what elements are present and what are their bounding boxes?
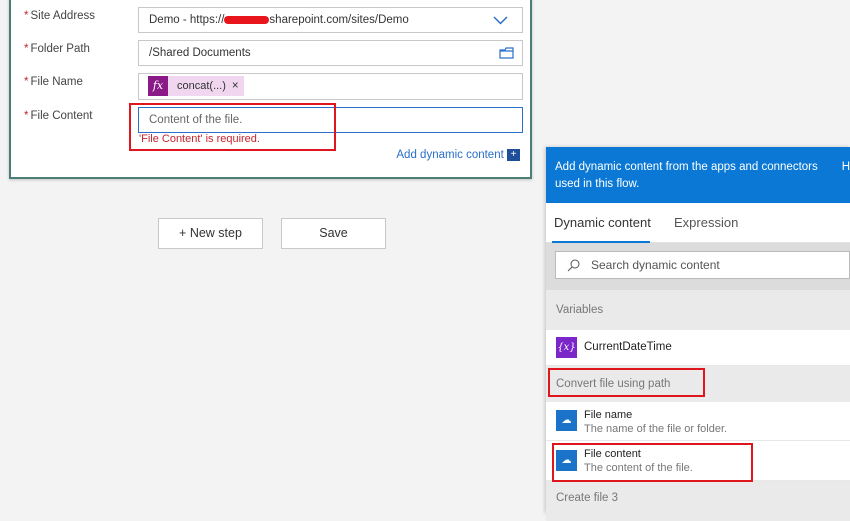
- search-icon: [567, 259, 580, 272]
- fx-icon: fx: [148, 76, 168, 96]
- highlight-box: [552, 443, 753, 482]
- list-item-currentdatetime[interactable]: {x} CurrentDateTime: [546, 330, 850, 366]
- remove-token-button[interactable]: ×: [232, 74, 244, 98]
- save-button[interactable]: Save: [281, 218, 386, 249]
- folder-icon[interactable]: [499, 47, 514, 59]
- plus-icon: +: [507, 149, 520, 161]
- active-tab-indicator: [552, 241, 650, 243]
- file-content-label: * File Content: [24, 110, 93, 122]
- section-create-file-3: Create file 3: [546, 481, 850, 521]
- folder-path-input[interactable]: /Shared Documents: [138, 40, 523, 66]
- panel-tabs: Dynamic content Expression: [546, 203, 850, 243]
- create-file-action-card: * Site Address Demo - https://sharepoint.…: [9, 0, 532, 179]
- file-name-label: * File Name: [24, 76, 83, 88]
- search-area: Search dynamic content: [546, 243, 850, 290]
- tab-dynamic-content[interactable]: Dynamic content: [554, 215, 651, 230]
- hide-link[interactable]: H: [842, 159, 850, 176]
- onedrive-cloud-icon: ☁: [556, 410, 577, 431]
- variable-icon: {x}: [556, 337, 577, 358]
- file-name-input[interactable]: fx concat(...) ×: [138, 73, 523, 100]
- panel-header: Add dynamic content from the apps and co…: [546, 147, 850, 203]
- search-input[interactable]: Search dynamic content: [555, 251, 850, 279]
- site-address-label: * Site Address: [24, 10, 96, 22]
- section-variables: Variables: [546, 290, 850, 330]
- tab-expression[interactable]: Expression: [674, 215, 738, 230]
- add-dynamic-content-link[interactable]: Add dynamic content +: [396, 149, 520, 161]
- site-address-dropdown[interactable]: Demo - https://sharepoint.com/sites/Demo: [138, 7, 523, 33]
- folder-path-label: * Folder Path: [24, 43, 90, 55]
- chevron-down-icon: [493, 16, 508, 25]
- highlight-box: [129, 103, 336, 151]
- list-item-file-name[interactable]: ☁ File name The name of the file or fold…: [546, 402, 850, 441]
- new-step-button[interactable]: + New step: [158, 218, 263, 249]
- expression-token[interactable]: fx concat(...) ×: [148, 76, 244, 96]
- redacted-mark: [224, 15, 270, 24]
- highlight-box: [548, 368, 705, 397]
